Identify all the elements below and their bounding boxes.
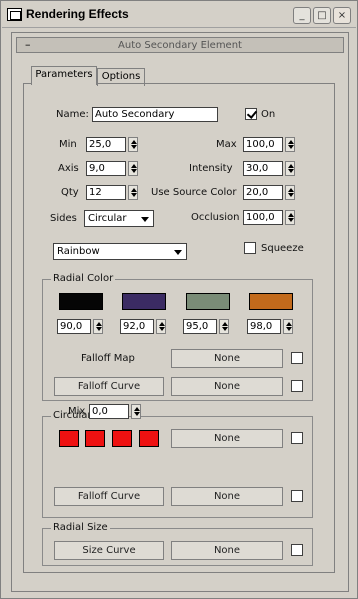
radial-curve-checkbox[interactable] [291, 380, 303, 392]
min-label: Min [59, 139, 77, 150]
on-checkbox[interactable] [245, 108, 257, 120]
occlusion-spinner[interactable] [285, 210, 295, 225]
preset-value: Rainbow [57, 246, 100, 257]
minimize-button[interactable]: _ [293, 7, 311, 24]
name-label: Name: [56, 109, 89, 120]
chevron-down-icon [174, 250, 182, 255]
tab-parameters[interactable]: Parameters [31, 66, 97, 85]
radial-falloff-curve-button[interactable]: Falloff Curve [54, 377, 164, 396]
radial-curve-none-button[interactable]: None [171, 377, 283, 396]
window-title: Rendering Effects [26, 7, 129, 21]
radial-color-swatch-2[interactable] [122, 293, 166, 310]
axis-label: Axis [58, 163, 79, 174]
circular-color-swatch-1[interactable] [59, 430, 79, 447]
max-label: Max [216, 139, 237, 150]
preset-dropdown[interactable]: Rainbow [53, 243, 187, 260]
squeeze-checkbox[interactable] [244, 242, 256, 254]
size-curve-button[interactable]: Size Curve [54, 541, 164, 560]
radial-pos-4-field[interactable]: 98,0 [247, 319, 281, 334]
circular-curve-checkbox[interactable] [291, 490, 303, 502]
circular-map-checkbox[interactable] [291, 432, 303, 444]
axis-field[interactable]: 9,0 [86, 161, 126, 176]
on-label: On [261, 109, 276, 120]
use-source-color-spinner[interactable] [285, 185, 295, 200]
radial-size-title: Radial Size [51, 522, 110, 533]
circular-map-none-button[interactable]: None [171, 429, 283, 448]
title-bar[interactable]: Rendering Effects _ □ × [2, 2, 356, 28]
min-spinner[interactable] [128, 137, 138, 152]
mix-spinner[interactable] [131, 404, 141, 419]
sides-label: Sides [50, 213, 77, 224]
max-spinner[interactable] [285, 137, 295, 152]
sides-value: Circular [88, 213, 127, 224]
radial-pos-3-field[interactable]: 95,0 [183, 319, 217, 334]
size-curve-checkbox[interactable] [291, 544, 303, 556]
radial-pos-1-field[interactable]: 90,0 [57, 319, 91, 334]
min-field[interactable]: 25,0 [86, 137, 126, 152]
radial-color-swatch-1[interactable] [59, 293, 103, 310]
intensity-spinner[interactable] [285, 161, 295, 176]
max-field[interactable]: 100,0 [243, 137, 283, 152]
use-source-color-label: Use Source Color [151, 187, 237, 198]
radial-map-checkbox[interactable] [291, 352, 303, 364]
circular-color-swatch-2[interactable] [85, 430, 105, 447]
size-curve-none-button[interactable]: None [171, 541, 283, 560]
chevron-down-icon [141, 217, 149, 222]
squeeze-label: Squeeze [261, 243, 304, 254]
use-source-color-field[interactable]: 20,0 [243, 185, 283, 200]
circular-color-swatch-4[interactable] [139, 430, 159, 447]
radial-pos-2-field[interactable]: 92,0 [120, 319, 154, 334]
mix-field[interactable]: 0,0 [89, 404, 129, 419]
qty-label: Qty [61, 187, 79, 198]
rollout-title: Auto Secondary Element [118, 40, 242, 51]
radial-pos-1-spinner[interactable] [93, 319, 103, 334]
radial-pos-3-spinner[interactable] [219, 319, 229, 334]
radial-color-swatch-4[interactable] [249, 293, 293, 310]
rendering-effects-window: Rendering Effects _ □ × – Auto Secondary… [0, 0, 358, 599]
close-button[interactable]: × [333, 7, 351, 24]
name-field[interactable]: Auto Secondary [92, 107, 218, 122]
radial-falloff-map-label: Falloff Map [81, 353, 135, 364]
axis-spinner[interactable] [128, 161, 138, 176]
qty-field[interactable]: 12 [86, 185, 126, 200]
radial-pos-4-spinner[interactable] [283, 319, 293, 334]
mix-label: Mix [68, 406, 86, 417]
sides-dropdown[interactable]: Circular [84, 210, 154, 227]
occlusion-field[interactable]: 100,0 [243, 210, 283, 225]
radial-color-swatch-3[interactable] [186, 293, 230, 310]
radial-color-title: Radial Color [51, 273, 116, 284]
circular-color-swatch-3[interactable] [112, 430, 132, 447]
rollout-header[interactable]: – Auto Secondary Element [16, 37, 344, 53]
circular-curve-none-button[interactable]: None [171, 487, 283, 506]
circular-falloff-curve-button[interactable]: Falloff Curve [54, 487, 164, 506]
qty-spinner[interactable] [128, 185, 138, 200]
app-icon [7, 8, 22, 21]
occlusion-label: Occlusion [191, 212, 240, 223]
maximize-button[interactable]: □ [313, 7, 331, 24]
radial-map-none-button[interactable]: None [171, 349, 283, 368]
intensity-label: Intensity [189, 163, 233, 174]
intensity-field[interactable]: 30,0 [243, 161, 283, 176]
radial-pos-2-spinner[interactable] [156, 319, 166, 334]
